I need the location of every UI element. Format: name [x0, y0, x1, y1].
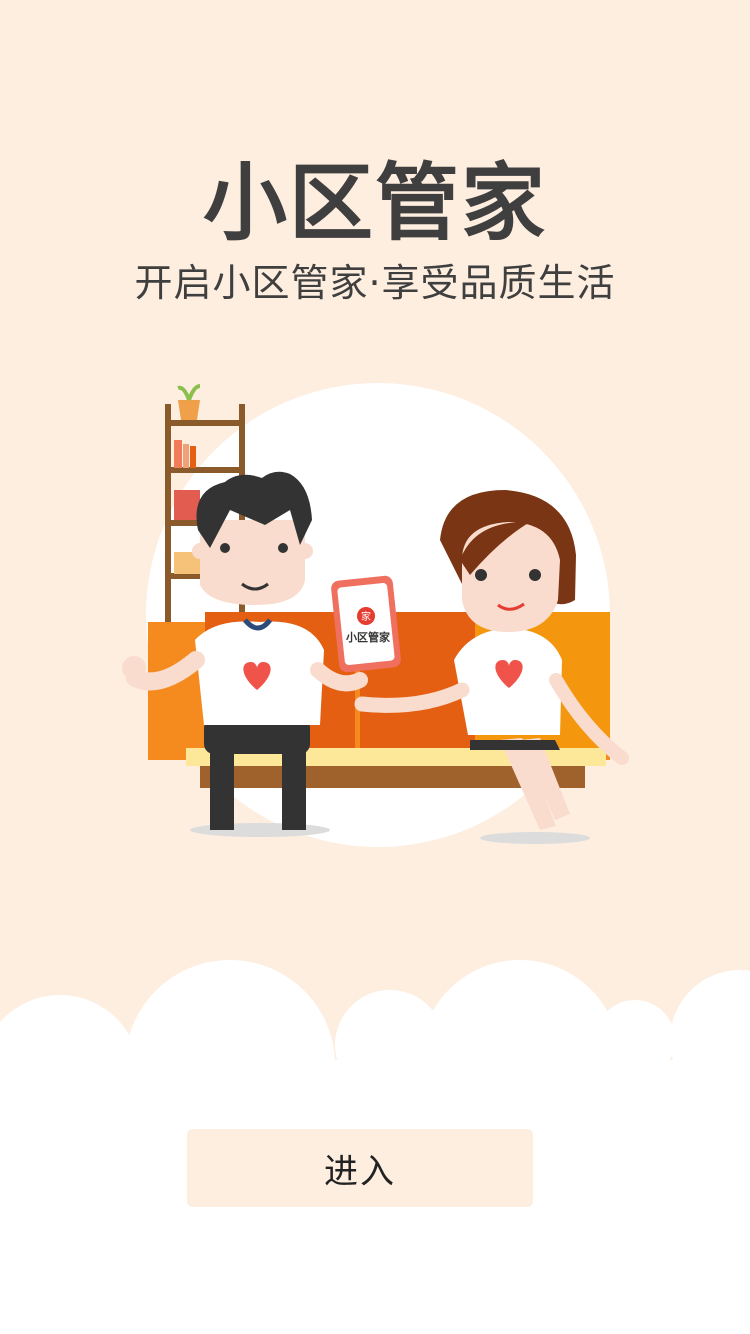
- phone-illustration: 家 小区管家: [331, 575, 401, 673]
- phone-screen-title: 小区管家: [345, 630, 391, 644]
- page-subtitle: 开启小区管家·享受品质生活: [134, 261, 616, 305]
- shadow: [480, 832, 590, 844]
- couple-on-sofa-illustration: 家 小区管家: [122, 383, 629, 847]
- page-title: 小区管家: [202, 154, 547, 252]
- phone-badge-text: 家: [361, 610, 371, 623]
- enter-button[interactable]: 进入: [187, 1129, 533, 1207]
